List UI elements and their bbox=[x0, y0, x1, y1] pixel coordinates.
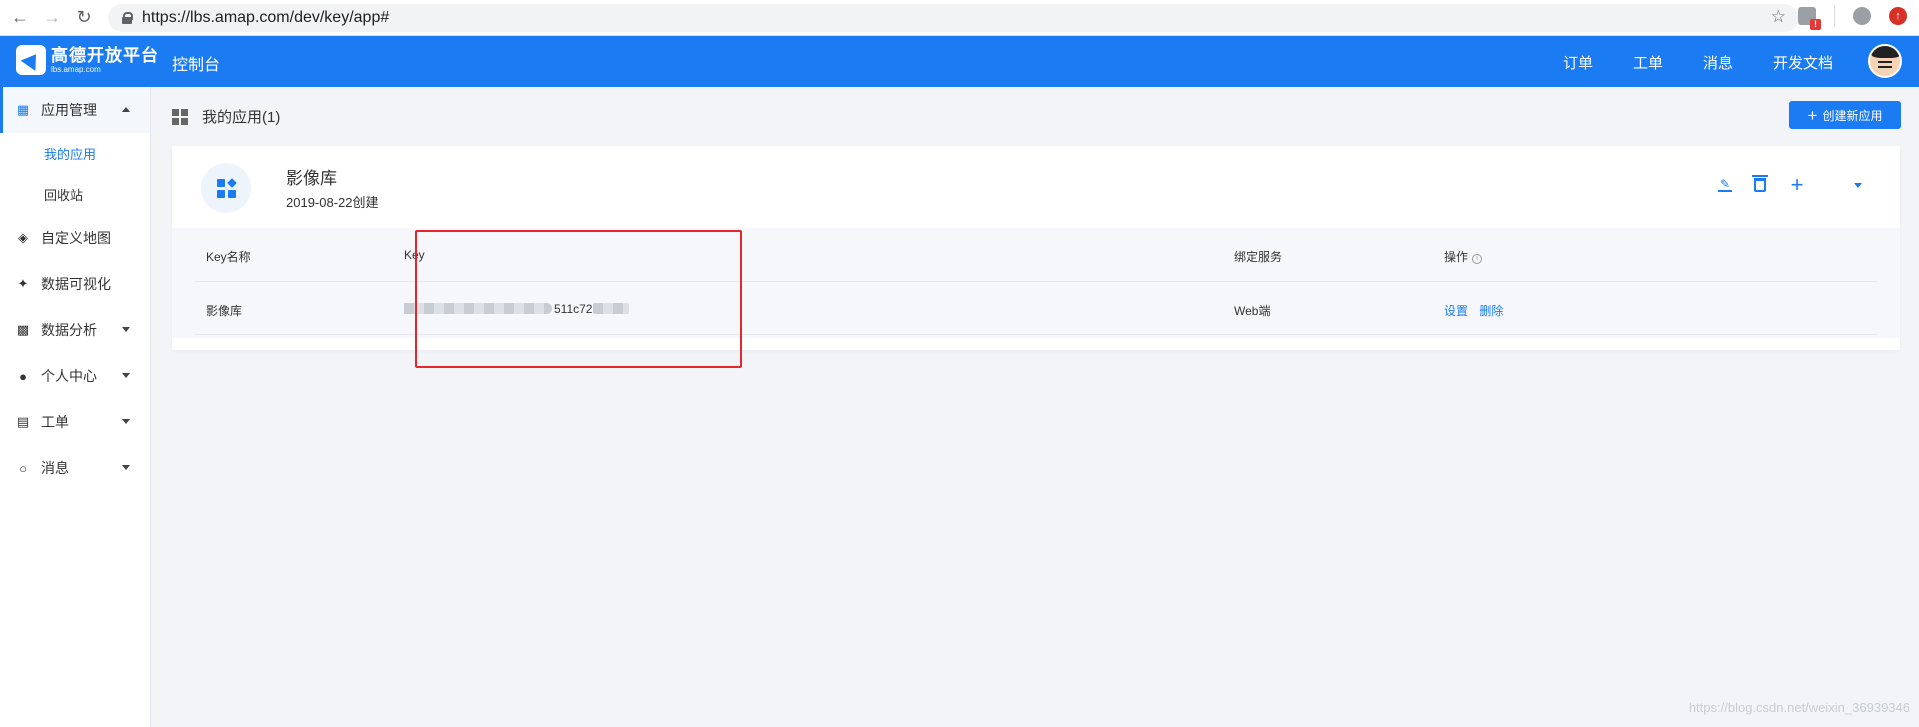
sidebar-item-messages[interactable]: ○ 消息 bbox=[0, 445, 150, 491]
app-created-date: 2019-08-22创建 bbox=[286, 195, 379, 210]
sidebar-item-label: 数据可视化 bbox=[41, 276, 111, 292]
sidebar-subitem-my-apps[interactable]: 我的应用 bbox=[0, 133, 150, 174]
info-icon[interactable]: i bbox=[1472, 254, 1483, 264]
sidebar-subitem-recycle-bin[interactable]: 回收站 bbox=[0, 174, 150, 215]
sidebar-item-visualization[interactable]: ✦ 数据可视化 bbox=[0, 261, 150, 307]
clipboard-icon: ▤ bbox=[16, 414, 30, 429]
extension-icon[interactable] bbox=[1798, 7, 1821, 30]
page-title: 我的应用(1) bbox=[172, 106, 280, 127]
sidebar-item-tickets[interactable]: ▤ 工单 bbox=[0, 399, 150, 445]
sidebar: ▦ 应用管理 我的应用 回收站 ◈ 自定义地图 ✦ 数据可视化 ▩ 数据分析 ●… bbox=[0, 87, 151, 727]
chevron-down-icon[interactable] bbox=[1854, 182, 1862, 188]
delete-icon[interactable] bbox=[1752, 175, 1768, 192]
nav-dev-docs[interactable]: 开发文档 bbox=[1773, 52, 1833, 73]
forward-icon[interactable]: → bbox=[40, 6, 64, 30]
chevron-up-icon bbox=[122, 107, 130, 112]
address-bar[interactable]: https://lbs.amap.com/dev/key/app# ☆ bbox=[108, 4, 1798, 32]
highlight-box bbox=[415, 230, 742, 368]
user-icon: ● bbox=[19, 368, 27, 384]
back-icon[interactable]: ← bbox=[8, 6, 32, 30]
map-icon: ◈ bbox=[18, 230, 28, 245]
logo[interactable]: 高德开放平台 lbs.amap.com bbox=[16, 45, 159, 75]
key-name-cell: 影像库 bbox=[206, 304, 243, 318]
page-title-text: 我的应用(1) bbox=[202, 109, 281, 126]
lock-icon bbox=[122, 12, 133, 24]
sidebar-item-label: 个人中心 bbox=[41, 368, 97, 384]
actions-cell: 设置 删除 bbox=[1444, 302, 1511, 319]
avatar[interactable] bbox=[1868, 44, 1902, 78]
sidebar-item-label: 自定义地图 bbox=[41, 230, 111, 246]
plus-icon: + bbox=[1807, 105, 1818, 125]
sidebar-item-data-analysis[interactable]: ▩ 数据分析 bbox=[0, 307, 150, 353]
logo-mark-icon bbox=[16, 45, 46, 75]
sidebar-item-label: 消息 bbox=[41, 460, 69, 476]
watermark: https://blog.csdn.net/weixin_36939346 bbox=[1688, 700, 1910, 715]
visualization-icon: ✦ bbox=[17, 276, 29, 291]
top-nav: 订单 工单 消息 开发文档 bbox=[1563, 52, 1833, 73]
column-header-service: 绑定服务 bbox=[1234, 250, 1283, 264]
edit-icon[interactable]: ✎ bbox=[1718, 177, 1732, 192]
app-name: 影像库 bbox=[286, 169, 337, 188]
nav-tickets[interactable]: 工单 bbox=[1633, 52, 1663, 73]
chevron-down-icon bbox=[122, 465, 130, 470]
sidebar-item-label: 工单 bbox=[41, 414, 69, 430]
browser-toolbar: ← → ↻ https://lbs.amap.com/dev/key/app# … bbox=[0, 0, 1919, 36]
chat-icon: ○ bbox=[19, 460, 27, 476]
column-header-actions-label: 操作 bbox=[1444, 250, 1469, 264]
create-app-button[interactable]: + 创建新应用 bbox=[1789, 101, 1901, 129]
create-app-label: 创建新应用 bbox=[1822, 108, 1883, 123]
app-card-actions: ✎ + bbox=[1718, 172, 1862, 197]
sidebar-item-app-management[interactable]: ▦ 应用管理 bbox=[0, 87, 150, 133]
bar-chart-icon: ▩ bbox=[16, 322, 30, 337]
logo-subtitle: lbs.amap.com bbox=[51, 64, 101, 74]
column-header-key-name: Key名称 bbox=[206, 250, 251, 264]
sidebar-item-label: 数据分析 bbox=[41, 322, 97, 338]
sidebar-item-custom-map[interactable]: ◈ 自定义地图 bbox=[0, 215, 150, 261]
apps-icon: ▦ bbox=[16, 102, 30, 117]
url-text: https://lbs.amap.com/dev/key/app# bbox=[142, 9, 390, 26]
sidebar-item-personal-center[interactable]: ● 个人中心 bbox=[0, 353, 150, 399]
app-badge-icon bbox=[201, 163, 251, 213]
sidebar-item-label: 应用管理 bbox=[41, 102, 97, 118]
apps-icon bbox=[172, 108, 188, 125]
service-cell: Web端 bbox=[1234, 304, 1271, 318]
delete-link[interactable]: 删除 bbox=[1479, 304, 1503, 318]
reload-icon[interactable]: ↻ bbox=[72, 6, 96, 30]
toolbar-divider bbox=[1834, 6, 1835, 26]
profile-icon[interactable] bbox=[1853, 7, 1871, 25]
chevron-down-icon bbox=[122, 373, 130, 378]
nav-messages[interactable]: 消息 bbox=[1703, 52, 1733, 73]
nav-orders[interactable]: 订单 bbox=[1563, 52, 1593, 73]
bookmark-star-icon[interactable]: ☆ bbox=[1771, 7, 1786, 27]
add-key-icon[interactable]: + bbox=[1788, 172, 1806, 197]
console-link[interactable]: 控制台 bbox=[172, 51, 220, 75]
chevron-down-icon bbox=[122, 419, 130, 424]
settings-link[interactable]: 设置 bbox=[1444, 304, 1468, 318]
update-icon[interactable]: ↑ bbox=[1889, 7, 1907, 25]
app-header: 高德开放平台 lbs.amap.com 控制台 订单 工单 消息 开发文档 bbox=[0, 36, 1919, 87]
chevron-down-icon bbox=[122, 327, 130, 332]
column-header-actions: 操作 i bbox=[1444, 248, 1483, 265]
logo-title: 高德开放平台 bbox=[51, 45, 159, 65]
app-card-header: 影像库 2019-08-22创建 ✎ + bbox=[172, 146, 1900, 228]
